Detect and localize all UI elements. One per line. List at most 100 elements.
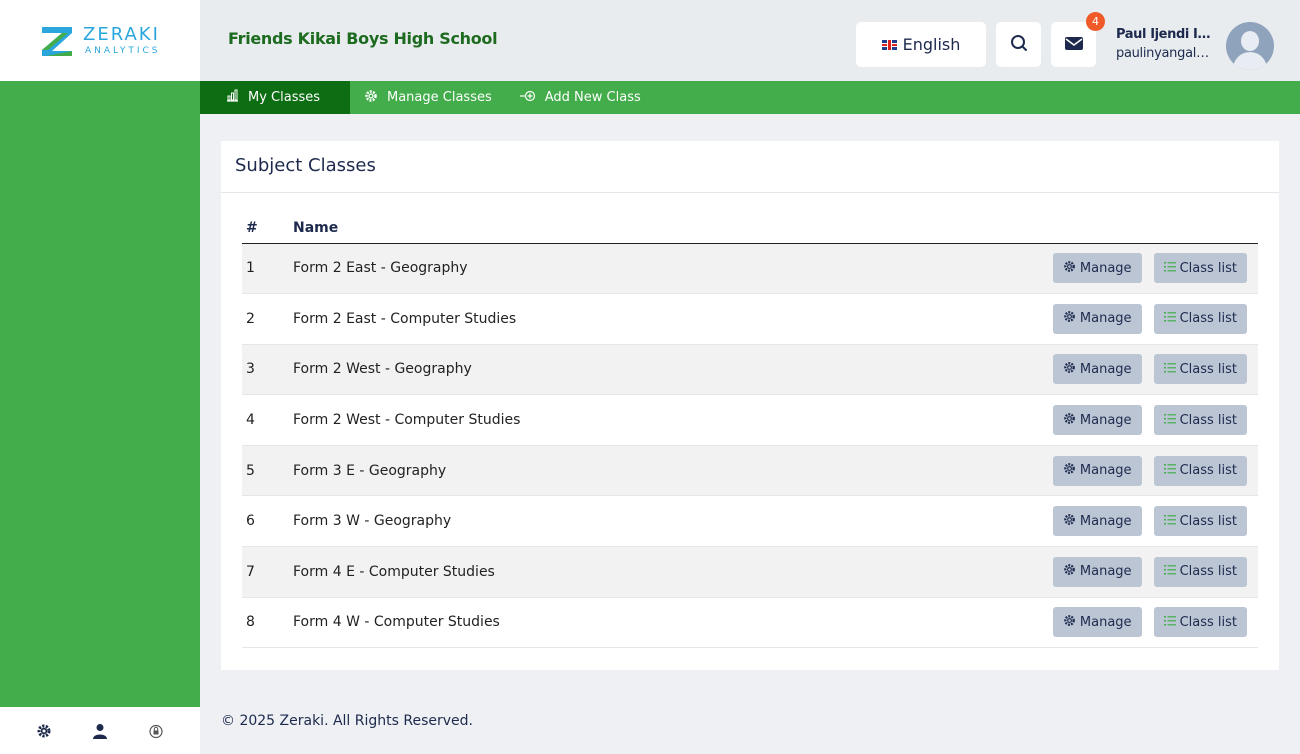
manage-label: Manage bbox=[1079, 412, 1132, 428]
row-class-name: Form 2 East - Geography bbox=[293, 243, 1018, 295]
card-title: Subject Classes bbox=[235, 155, 376, 176]
list-icon bbox=[1163, 413, 1176, 428]
tab-add-new-class-label: Add New Class bbox=[544, 90, 641, 105]
row-number: 1 bbox=[242, 243, 293, 295]
user-name: Paul Ijendi Inyangala bbox=[1116, 27, 1216, 42]
gear-icon bbox=[1063, 310, 1076, 327]
list-icon bbox=[1163, 362, 1176, 377]
gear-icon bbox=[1063, 361, 1076, 378]
row-number: 3 bbox=[242, 344, 293, 396]
row-number: 6 bbox=[242, 495, 293, 548]
list-icon bbox=[1163, 261, 1176, 276]
class-list-button[interactable]: Class list bbox=[1153, 607, 1247, 638]
settings-gear-icon[interactable] bbox=[34, 721, 54, 741]
gear-icon bbox=[1063, 412, 1076, 429]
tab-manage-classes-label: Manage Classes bbox=[387, 90, 492, 105]
class-list-button[interactable]: Class list bbox=[1153, 556, 1247, 587]
tab-my-classes[interactable]: My Classes bbox=[200, 81, 350, 114]
row-class-name: Form 3 W - Geography bbox=[293, 495, 1018, 548]
logo[interactable]: ZERAKI ANALYTICS bbox=[0, 0, 200, 81]
row-actions: Manage Class list bbox=[1018, 344, 1258, 396]
class-list-label: Class list bbox=[1179, 361, 1237, 377]
row-class-name: Form 4 W - Computer Studies bbox=[293, 597, 1018, 649]
row-number: 8 bbox=[242, 597, 293, 649]
avatar[interactable] bbox=[1226, 22, 1274, 70]
school-name: Friends Kikai Boys High School bbox=[228, 29, 498, 48]
table-row: 8 Form 4 W - Computer Studies Manage Class … bbox=[242, 597, 1258, 649]
table-row: 4 Form 2 West - Computer Studies Manage Cla… bbox=[242, 394, 1258, 446]
column-header-name: Name bbox=[293, 213, 1018, 244]
table-row: 6 Form 3 W - Geography Manage Class list bbox=[242, 495, 1258, 548]
language-label: English bbox=[902, 35, 961, 54]
tab-add-new-class[interactable]: Add New Class bbox=[506, 81, 655, 114]
row-actions: Manage Class list bbox=[1018, 293, 1258, 345]
table-header-row: # Name bbox=[242, 213, 1258, 244]
list-icon bbox=[1163, 514, 1176, 529]
row-number: 4 bbox=[242, 394, 293, 446]
manage-button[interactable]: Manage bbox=[1052, 253, 1142, 284]
manage-label: Manage bbox=[1079, 513, 1132, 529]
sidebar: ZERAKI ANALYTICS bbox=[0, 0, 200, 754]
manage-button[interactable]: Manage bbox=[1052, 455, 1142, 486]
subject-classes-card: Subject Classes # Name 1 Form 2 East - Ge… bbox=[221, 141, 1279, 670]
brand-name: ZERAKI bbox=[83, 23, 160, 45]
top-header: Friends Kikai Boys High School English 4… bbox=[200, 0, 1300, 81]
manage-label: Manage bbox=[1079, 614, 1132, 630]
row-number: 2 bbox=[242, 293, 293, 345]
gear-icon bbox=[1063, 563, 1076, 580]
card-divider bbox=[221, 192, 1279, 193]
manage-label: Manage bbox=[1079, 463, 1132, 479]
class-list-button[interactable]: Class list bbox=[1153, 354, 1247, 385]
class-list-button[interactable]: Class list bbox=[1153, 303, 1247, 334]
class-list-label: Class list bbox=[1179, 412, 1237, 428]
manage-button[interactable]: Manage bbox=[1052, 556, 1142, 587]
class-list-label: Class list bbox=[1179, 513, 1237, 529]
user-profile-icon[interactable] bbox=[90, 721, 110, 741]
row-class-name: Form 2 West - Geography bbox=[293, 344, 1018, 396]
manage-button[interactable]: Manage bbox=[1052, 506, 1142, 537]
notification-badge: 4 bbox=[1086, 12, 1105, 31]
user-email: paulinyangala@gmail.com bbox=[1116, 46, 1216, 61]
list-icon bbox=[1163, 463, 1176, 478]
search-button[interactable] bbox=[996, 22, 1041, 67]
table-row: 7 Form 4 E - Computer Studies Manage Class … bbox=[242, 546, 1258, 598]
row-class-name: Form 4 E - Computer Studies bbox=[293, 546, 1018, 598]
gear-icon bbox=[1063, 614, 1076, 631]
classes-table: # Name 1 Form 2 East - Geography Manage Cla… bbox=[242, 213, 1258, 649]
manage-button[interactable]: Manage bbox=[1052, 354, 1142, 385]
sidebar-footer bbox=[0, 707, 200, 754]
gear-icon bbox=[1063, 260, 1076, 277]
lock-logout-icon[interactable] bbox=[146, 721, 166, 741]
avatar-body bbox=[1233, 52, 1267, 70]
search-icon bbox=[1010, 34, 1028, 56]
mail-icon bbox=[1064, 35, 1084, 55]
table-row: 5 Form 3 E - Geography Manage Class list bbox=[242, 445, 1258, 497]
language-selector[interactable]: English bbox=[856, 22, 986, 67]
row-class-name: Form 2 East - Computer Studies bbox=[293, 293, 1018, 345]
class-list-button[interactable]: Class list bbox=[1153, 253, 1247, 284]
avatar-head bbox=[1241, 31, 1259, 51]
row-number: 7 bbox=[242, 546, 293, 598]
gear-icon bbox=[1063, 462, 1076, 479]
table-row: 1 Form 2 East - Geography Manage Class list bbox=[242, 243, 1258, 295]
manage-button[interactable]: Manage bbox=[1052, 405, 1142, 436]
gear-icon bbox=[1063, 513, 1076, 530]
class-list-button[interactable]: Class list bbox=[1153, 405, 1247, 436]
class-list-button[interactable]: Class list bbox=[1153, 506, 1247, 537]
row-class-name: Form 2 West - Computer Studies bbox=[293, 394, 1018, 446]
manage-button[interactable]: Manage bbox=[1052, 303, 1142, 334]
row-actions: Manage Class list bbox=[1018, 243, 1258, 295]
manage-label: Manage bbox=[1079, 564, 1132, 580]
row-actions: Manage Class list bbox=[1018, 495, 1258, 548]
user-info[interactable]: Paul Ijendi Inyangala paulinyangala@gmai… bbox=[1116, 27, 1216, 61]
class-list-button[interactable]: Class list bbox=[1153, 455, 1247, 486]
tab-manage-classes[interactable]: Manage Classes bbox=[350, 81, 506, 114]
zeraki-logo-icon bbox=[40, 24, 74, 58]
class-list-label: Class list bbox=[1179, 564, 1237, 580]
messages-button[interactable]: 4 bbox=[1051, 12, 1105, 67]
list-icon bbox=[1163, 564, 1176, 579]
class-list-label: Class list bbox=[1179, 260, 1237, 276]
footer-copyright: © 2025 Zeraki. All Rights Reserved. bbox=[221, 713, 473, 729]
row-class-name: Form 3 E - Geography bbox=[293, 445, 1018, 497]
manage-button[interactable]: Manage bbox=[1052, 607, 1142, 638]
